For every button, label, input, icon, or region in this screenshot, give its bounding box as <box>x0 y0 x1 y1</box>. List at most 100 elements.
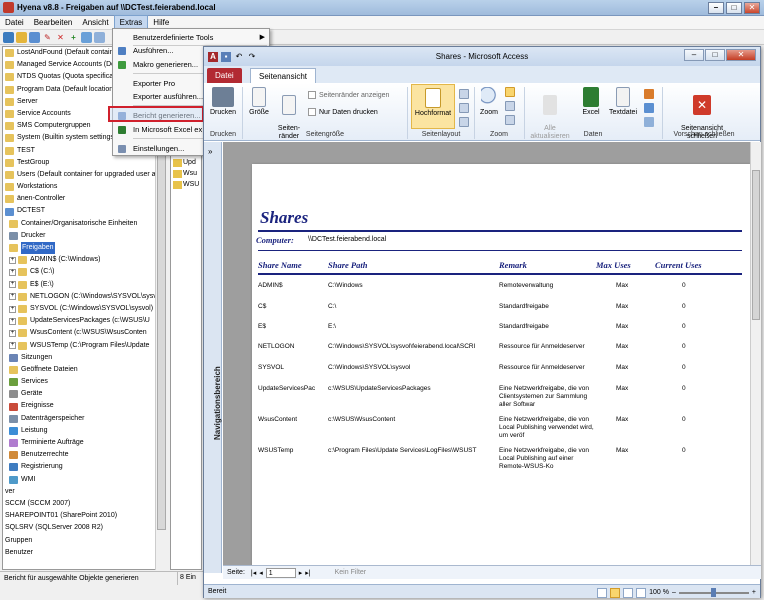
access-maximize-button[interactable]: □ <box>705 49 725 61</box>
access-close-button[interactable]: ✕ <box>726 49 756 61</box>
print-button[interactable]: Drucken <box>208 87 238 117</box>
tree-item[interactable]: Geöffnete Dateien <box>3 364 166 376</box>
tree-item[interactable]: DCTEST <box>3 205 166 217</box>
folder-icon[interactable] <box>16 31 27 43</box>
tree-item[interactable]: Leistung <box>3 425 166 437</box>
tree-item[interactable]: Users (Default container for upgraded us… <box>3 169 166 181</box>
add-icon[interactable]: + <box>68 32 79 43</box>
tree-item[interactable]: SHAREPOINT01 (SharePoint 2010) <box>3 510 166 522</box>
tree-item[interactable]: änen-Controller <box>3 193 166 205</box>
refresh-icon[interactable] <box>81 31 92 43</box>
tree-item[interactable]: SCCM (SCCM 2007) <box>3 498 166 510</box>
text-export-button[interactable]: Textdatei <box>606 87 640 117</box>
size-button[interactable]: Größe <box>246 87 272 117</box>
zoom-slider[interactable] <box>678 587 749 597</box>
landscape-icon[interactable] <box>459 89 469 99</box>
print-preview-view-icon[interactable] <box>610 587 621 598</box>
prev-page-icon[interactable]: ◂ <box>259 569 263 577</box>
tree-item[interactable]: WMI <box>3 474 166 486</box>
last-page-icon[interactable]: ▸| <box>305 569 310 577</box>
tree-item[interactable]: SQLSRV (SQLServer 2008 R2) <box>3 522 166 534</box>
tree-item[interactable]: Terminierte Aufträge <box>3 437 166 449</box>
delete-icon[interactable]: ✕ <box>55 32 66 43</box>
list-item[interactable]: Wsu <box>171 168 201 179</box>
tree-item[interactable]: Datenträgerspeicher <box>3 413 166 425</box>
expand-icon[interactable]: + <box>9 342 16 350</box>
tree-item[interactable]: ver <box>3 486 166 498</box>
expand-icon[interactable]: + <box>9 293 16 301</box>
print-data-only-checkbox[interactable]: Nur Daten drucken <box>308 108 378 116</box>
tree-item[interactable]: Geräte <box>3 388 166 400</box>
close-button[interactable]: ✕ <box>744 2 760 14</box>
zoom-in-icon[interactable]: + <box>752 586 756 599</box>
email-export-icon[interactable] <box>644 103 654 113</box>
zoom-slider-knob[interactable] <box>710 587 716 597</box>
zoom-out-icon[interactable]: – <box>672 586 676 599</box>
design-view-icon[interactable] <box>636 587 647 598</box>
more-export-icon[interactable] <box>644 117 654 127</box>
no-filter-indicator[interactable]: Kein Filter <box>335 569 367 576</box>
tree-item[interactable]: Benutzer <box>3 547 166 559</box>
menu-item-custom-tools[interactable]: Benutzerdefinierte Tools ▶ <box>113 31 269 44</box>
expand-icon[interactable]: + <box>9 281 16 289</box>
tree-item[interactable]: + E$ (E:\) <box>3 279 166 291</box>
tree-item[interactable]: + WSUSTemp (C:\Program Files\Update <box>3 340 166 352</box>
more-pages-icon[interactable] <box>505 115 515 125</box>
show-margins-checkbox[interactable]: Seitenränder anzeigen <box>308 91 389 99</box>
pdf-export-icon[interactable] <box>644 89 654 99</box>
print-preview[interactable]: Shares Computer: \\DCTest.feierabend.loc… <box>223 142 761 565</box>
tree-item[interactable]: Workstations <box>3 181 166 193</box>
edit-icon[interactable]: ✎ <box>42 32 53 43</box>
tree-item[interactable]: + C$ (C:\) <box>3 266 166 278</box>
page-number-input[interactable]: 1 <box>265 567 296 578</box>
columns-icon[interactable] <box>459 103 469 113</box>
expand-icon[interactable]: + <box>9 268 16 276</box>
maximize-button[interactable]: □ <box>726 2 742 14</box>
tree-item[interactable]: + ADMIN$ (C:\Windows) <box>3 254 166 266</box>
tree-item[interactable]: Container/Organisatorische Einheiten <box>3 218 166 230</box>
tree-item[interactable]: Drucker <box>3 230 166 242</box>
tree-item[interactable]: + SYSVOL (C:\Windows\SYSVOL\sysvol) <box>3 303 166 315</box>
minimize-button[interactable]: – <box>708 2 724 14</box>
excel-export-button[interactable]: Excel <box>578 87 604 117</box>
access-minimize-button[interactable]: – <box>684 49 704 61</box>
navigation-pane[interactable]: » Navigationsbereich <box>204 142 222 573</box>
list-item[interactable]: WSU <box>171 179 201 190</box>
menu-datei[interactable]: Datei <box>0 16 29 30</box>
tree-item[interactable]: Services <box>3 376 166 388</box>
tree-item[interactable]: Gruppen <box>3 535 166 547</box>
menu-ansicht[interactable]: Ansicht <box>77 16 113 30</box>
list-item[interactable]: Upd <box>171 157 201 168</box>
portrait-button[interactable]: Hochformat <box>411 84 455 129</box>
layout-view-icon[interactable] <box>623 587 634 598</box>
preview-scrollbar-thumb[interactable] <box>752 170 760 320</box>
zoom-button[interactable]: Zoom <box>478 87 500 117</box>
next-page-icon[interactable]: ▸ <box>299 569 303 577</box>
tab-file[interactable]: Datei <box>207 68 242 83</box>
tree-item[interactable]: Sitzungen <box>3 352 166 364</box>
tree-item[interactable]: Ereignisse <box>3 400 166 412</box>
tree-icon[interactable] <box>3 31 14 43</box>
tree-item[interactable]: TestGroup <box>3 157 166 169</box>
expand-icon[interactable]: + <box>9 305 16 313</box>
tree-item[interactable]: Benutzerrechte <box>3 449 166 461</box>
expand-icon[interactable]: + <box>9 317 16 325</box>
expand-icon[interactable]: + <box>9 256 16 264</box>
tab-page-view[interactable]: Seitenansicht <box>250 68 317 83</box>
expand-nav-icon[interactable]: » <box>208 147 212 156</box>
network-icon[interactable] <box>94 31 105 43</box>
expand-icon[interactable]: + <box>9 329 16 337</box>
two-pages-icon[interactable] <box>505 101 515 111</box>
first-page-icon[interactable]: |◂ <box>251 569 256 577</box>
one-page-icon[interactable] <box>505 87 515 97</box>
menu-bearbeiten[interactable]: Bearbeiten <box>29 16 78 30</box>
page-setup-icon[interactable] <box>459 117 469 127</box>
tree-item[interactable]: + WsusContent (c:\WSUS\WsusConten <box>3 327 166 339</box>
tree-item[interactable]: Freigaben <box>3 242 166 255</box>
tree-item[interactable]: Registrierung <box>3 461 166 473</box>
computer-icon[interactable] <box>29 31 40 43</box>
tree-item[interactable]: + UpdateServicesPackages (c:\WSUS\U <box>3 315 166 327</box>
tree-item[interactable]: + NETLOGON (C:\Windows\SYSVOL\sysv <box>3 291 166 303</box>
preview-scrollbar[interactable] <box>750 142 761 565</box>
view-icon[interactable] <box>597 587 608 598</box>
